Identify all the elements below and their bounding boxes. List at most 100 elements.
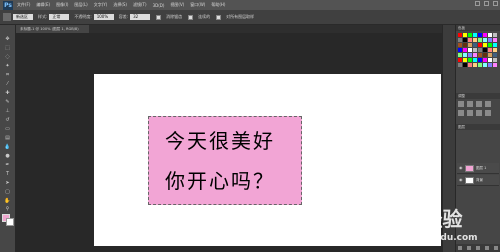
black-white-icon[interactable] xyxy=(485,110,491,116)
color-swatch[interactable] xyxy=(493,58,497,62)
clone-stamp-tool-icon[interactable]: ⊥ xyxy=(3,107,12,114)
color-swatch[interactable] xyxy=(468,58,472,62)
color-swatch[interactable] xyxy=(463,38,467,42)
curves-icon[interactable] xyxy=(476,101,482,107)
menu-layer[interactable]: 图层(L) xyxy=(74,2,87,8)
gradient-tool-icon[interactable]: ▤ xyxy=(3,134,12,141)
contiguous-checkbox[interactable] xyxy=(188,14,194,20)
color-swatch[interactable] xyxy=(478,63,482,67)
color-swatch[interactable] xyxy=(473,38,477,42)
color-swatch[interactable] xyxy=(478,33,482,37)
color-swatch[interactable] xyxy=(483,58,487,62)
color-swatch[interactable] xyxy=(468,43,472,47)
menu-window[interactable]: 窗口(W) xyxy=(190,2,205,8)
exposure-icon[interactable] xyxy=(485,101,491,107)
eye-icon[interactable]: ◉ xyxy=(459,178,463,182)
color-swatch[interactable] xyxy=(473,53,477,57)
color-swatch[interactable] xyxy=(463,33,467,37)
shape-tool-icon[interactable]: ▢ xyxy=(3,188,12,195)
type-tool-icon[interactable]: T xyxy=(3,170,12,177)
swatches-panel-header[interactable]: 色板 xyxy=(456,25,500,31)
color-swatch[interactable] xyxy=(493,38,497,42)
dodge-tool-icon[interactable]: ● xyxy=(3,152,12,159)
menu-type[interactable]: 文字(Y) xyxy=(94,2,108,8)
lasso-tool-icon[interactable]: ◌ xyxy=(3,53,12,60)
history-brush-tool-icon[interactable]: ↺ xyxy=(3,116,12,123)
color-swatch[interactable] xyxy=(478,43,482,47)
color-swatch[interactable] xyxy=(488,43,492,47)
color-swatch[interactable] xyxy=(468,48,472,52)
color-swatch[interactable] xyxy=(478,58,482,62)
antialias-checkbox[interactable] xyxy=(156,14,162,20)
marquee-selection[interactable]: 今天很美好 你开心吗？ xyxy=(148,116,302,205)
levels-icon[interactable] xyxy=(467,101,473,107)
color-swatch[interactable] xyxy=(458,63,462,67)
color-swatch[interactable] xyxy=(483,43,487,47)
menu-help[interactable]: 帮助(H) xyxy=(211,2,225,8)
color-swatch[interactable] xyxy=(493,53,497,57)
magic-wand-tool-icon[interactable]: ✦ xyxy=(3,62,12,69)
color-swatch[interactable] xyxy=(493,33,497,37)
color-swatch[interactable] xyxy=(468,38,472,42)
color-swatch[interactable] xyxy=(473,58,477,62)
color-swatch[interactable] xyxy=(488,53,492,57)
eraser-tool-icon[interactable]: ▭ xyxy=(3,125,12,132)
color-swatch[interactable] xyxy=(458,53,462,57)
color-swatch[interactable] xyxy=(463,63,467,67)
color-swatch[interactable] xyxy=(458,33,462,37)
color-swatch[interactable] xyxy=(478,38,482,42)
color-swatch[interactable] xyxy=(483,63,487,67)
color-swatch[interactable] xyxy=(493,48,497,52)
color-swatch[interactable] xyxy=(488,63,492,67)
healing-brush-tool-icon[interactable]: ✚ xyxy=(3,89,12,96)
color-swatch[interactable] xyxy=(488,38,492,42)
selection-mode-select[interactable]: 新选区 xyxy=(13,14,33,20)
all-layers-checkbox[interactable] xyxy=(216,14,222,20)
color-swatch[interactable] xyxy=(468,53,472,57)
menu-edit[interactable]: 编辑(E) xyxy=(36,2,50,8)
layer-row[interactable]: ◉ 背景 xyxy=(457,175,499,186)
background-color-swatch[interactable] xyxy=(6,218,14,226)
minimize-icon[interactable] xyxy=(475,1,480,6)
menu-view[interactable]: 视图(V) xyxy=(170,2,184,8)
opacity-field[interactable]: 100% xyxy=(93,14,114,20)
tool-preset-icon[interactable] xyxy=(3,13,11,21)
swatches-grid[interactable] xyxy=(458,33,498,67)
menu-select[interactable]: 选择(S) xyxy=(113,2,127,8)
pen-tool-icon[interactable]: ✒ xyxy=(3,161,12,168)
color-swatch[interactable] xyxy=(488,58,492,62)
menu-3d[interactable]: 3D(D) xyxy=(153,3,165,8)
color-swatch[interactable] xyxy=(478,53,482,57)
style-select[interactable]: 正常 xyxy=(49,14,70,20)
color-swatch[interactable] xyxy=(473,63,477,67)
color-swatch[interactable] xyxy=(463,43,467,47)
close-icon[interactable] xyxy=(493,1,498,6)
color-swatch[interactable] xyxy=(463,48,467,52)
color-swatch[interactable] xyxy=(493,63,497,67)
layer-row[interactable]: ◉ 图层 1 xyxy=(457,163,499,174)
menu-filter[interactable]: 滤镜(T) xyxy=(133,2,147,8)
adjustments-panel-header[interactable]: 调整 xyxy=(456,93,500,99)
color-swatch[interactable] xyxy=(473,33,477,37)
blur-tool-icon[interactable]: 💧 xyxy=(3,143,12,150)
color-swatch[interactable] xyxy=(463,53,467,57)
color-swatch[interactable] xyxy=(458,38,462,42)
color-swatch[interactable] xyxy=(478,48,482,52)
color-swatch[interactable] xyxy=(458,58,462,62)
color-swatch[interactable] xyxy=(493,43,497,47)
color-swatch[interactable] xyxy=(488,33,492,37)
hand-tool-icon[interactable]: ✋ xyxy=(3,197,12,204)
vibrance-icon[interactable] xyxy=(458,110,464,116)
crop-tool-icon[interactable]: ⌗ xyxy=(3,71,12,78)
eye-icon[interactable]: ◉ xyxy=(459,166,463,170)
brightness-icon[interactable] xyxy=(458,101,464,107)
color-swatch[interactable] xyxy=(458,43,462,47)
color-swatch[interactable] xyxy=(473,48,477,52)
marquee-tool-icon[interactable]: ⬚ xyxy=(3,44,12,51)
maximize-icon[interactable] xyxy=(484,1,489,6)
zoom-tool-icon[interactable]: ⚲ xyxy=(3,205,12,212)
tolerance-field[interactable]: 32 xyxy=(130,14,151,20)
color-swatch[interactable] xyxy=(483,38,487,42)
color-swatch[interactable] xyxy=(483,53,487,57)
eyedropper-tool-icon[interactable]: ⁄ xyxy=(3,80,12,87)
